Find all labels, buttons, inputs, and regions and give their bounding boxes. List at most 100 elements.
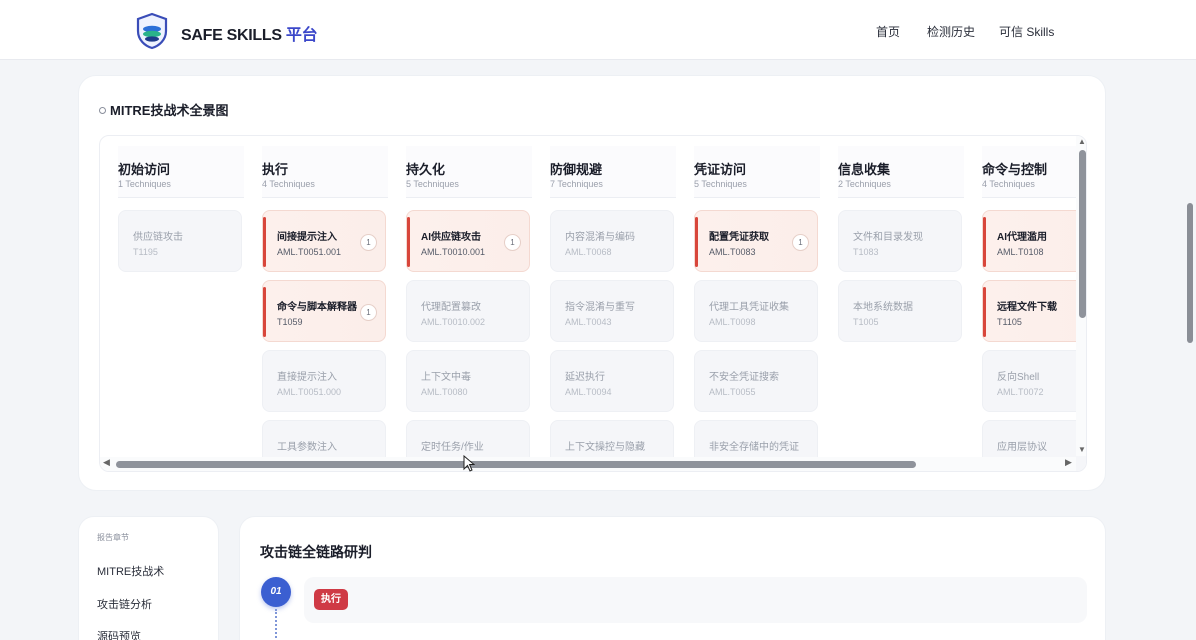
matrix-horizontal-scroll-thumb[interactable] xyxy=(116,461,916,468)
technique-card[interactable]: AI供应链攻击 AML.T0010.001 1 xyxy=(406,210,530,272)
technique-card[interactable]: 内容混淆与编码 AML.T0068 xyxy=(550,210,674,272)
technique-card[interactable]: 配置凭证获取 AML.T0083 1 xyxy=(694,210,818,272)
technique-card[interactable]: 供应链攻击 T1195 xyxy=(118,210,242,272)
technique-name: 直接提示注入 xyxy=(277,372,337,383)
scroll-up-arrow-icon[interactable]: ▲ xyxy=(1078,137,1086,146)
technique-card[interactable]: AI代理滥用 AML.T0108 xyxy=(982,210,1086,272)
technique-name: 非安全存储中的凭证 xyxy=(709,442,799,453)
technique-name: 指令混淆与重写 xyxy=(565,302,635,313)
technique-name: 间接提示注入 xyxy=(277,232,337,243)
sidebar-item-source-preview[interactable]: 源码预览 xyxy=(97,628,141,640)
tactic-column: 凭证访问 5 Techniques 配置凭证获取 AML.T0083 1 代理工具凭证收集… xyxy=(694,136,820,471)
tactic-column: 初始访问 1 Techniques 供应链攻击 T1195 xyxy=(118,136,244,456)
nav-link-home[interactable]: 首页 xyxy=(876,23,900,40)
technique-name: 定时任务/作业 xyxy=(421,442,484,453)
technique-card[interactable]: 指令混淆与重写 AML.T0043 xyxy=(550,280,674,342)
attack-chain-title: 攻击链全链路研判 xyxy=(260,544,372,560)
mitre-matrix: 命令与控制 4 Techniques AI代理滥用 AML.T0108 远程文件下载 T1… xyxy=(99,135,1087,472)
technique-card[interactable]: 上下文中毒 AML.T0080 xyxy=(406,350,530,412)
technique-card[interactable]: 间接提示注入 AML.T0051.001 1 xyxy=(262,210,386,272)
step-number-badge: 01 xyxy=(261,577,291,607)
sidebar-heading: 报告章节 xyxy=(97,533,129,542)
technique-id: AML.T0072 xyxy=(997,387,1044,397)
technique-card[interactable]: 直接提示注入 AML.T0051.000 xyxy=(262,350,386,412)
technique-id: AML.T0010.001 xyxy=(421,247,486,257)
brand-name[interactable]: SAFE SKILLS 平台 xyxy=(181,21,318,45)
technique-name: 配置凭证获取 xyxy=(709,232,769,243)
technique-id: AML.T0080 xyxy=(421,387,468,397)
technique-id: T1105 xyxy=(997,317,1022,327)
technique-id: AML.T0010.002 xyxy=(421,317,486,327)
technique-name: 反向Shell xyxy=(997,372,1040,383)
technique-name: 上下文操控与隐藏 xyxy=(565,442,645,453)
scroll-right-arrow-icon[interactable]: ▶ xyxy=(1065,457,1072,468)
technique-card[interactable]: 反向Shell AML.T0072 xyxy=(982,350,1086,412)
brand-main-text: SAFE SKILLS xyxy=(181,27,282,44)
technique-name: 内容混淆与编码 xyxy=(565,232,635,243)
tactic-technique-count: 5 Techniques xyxy=(694,179,747,189)
technique-id: AML.T0098 xyxy=(709,317,756,327)
finding-count-badge: 1 xyxy=(360,304,377,321)
attack-chain-step[interactable]: 执行 xyxy=(304,577,1087,623)
mitre-title-text: MITRE技战术全景图 xyxy=(110,103,229,118)
tactic-column: 持久化 5 Techniques AI供应链攻击 AML.T0010.001 1 代理配置… xyxy=(406,136,532,471)
technique-name: 应用层协议 xyxy=(997,442,1047,453)
technique-id: AML.T0108 xyxy=(997,247,1044,257)
tactic-technique-count: 2 Techniques xyxy=(838,179,891,189)
finding-count-badge: 1 xyxy=(792,234,809,251)
technique-id: AML.T0055 xyxy=(709,387,756,397)
tactic-technique-count: 4 Techniques xyxy=(982,179,1035,189)
tactic-name: 信息收集 xyxy=(838,162,891,177)
technique-card[interactable]: 代理配置篡改 AML.T0010.002 xyxy=(406,280,530,342)
scroll-down-arrow-icon[interactable]: ▼ xyxy=(1078,445,1086,454)
technique-id: T1059 xyxy=(277,317,303,327)
technique-name: 上下文中毒 xyxy=(421,372,471,383)
technique-name: 远程文件下载 xyxy=(997,302,1057,313)
tactic-column: 信息收集 2 Techniques 文件和目录发现 T1083 本地系统数据 T1005 xyxy=(838,136,964,456)
tactic-column-header: 凭证访问 5 Techniques xyxy=(694,146,820,198)
tactic-column-header: 初始访问 1 Techniques xyxy=(118,146,244,198)
technique-id: AML.T0051.000 xyxy=(277,387,342,397)
sidebar-item-attack-chain[interactable]: 攻击链分析 xyxy=(97,596,152,612)
target-icon xyxy=(99,107,106,114)
nav-link-history[interactable]: 检测历史 xyxy=(927,23,975,40)
tactic-column-header: 防御规避 7 Techniques xyxy=(550,146,676,198)
matrix-vertical-scroll-thumb[interactable] xyxy=(1079,150,1086,318)
technique-id: AML.T0051.001 xyxy=(277,247,342,257)
technique-card[interactable]: 延迟执行 AML.T0094 xyxy=(550,350,674,412)
technique-name: 不安全凭证搜索 xyxy=(709,372,779,383)
tactic-technique-count: 7 Techniques xyxy=(550,179,603,189)
tactic-name: 初始访问 xyxy=(118,162,171,177)
tactic-column: 执行 4 Techniques 间接提示注入 AML.T0051.001 1 命令与脚本解… xyxy=(262,136,388,471)
scroll-left-arrow-icon[interactable]: ◀ xyxy=(103,457,110,468)
finding-count-badge: 1 xyxy=(360,234,377,251)
technique-name: 供应链攻击 xyxy=(133,232,183,243)
technique-name: 命令与脚本解释器 xyxy=(277,302,357,313)
finding-count-badge: 1 xyxy=(504,234,521,251)
page-scrollbar-thumb[interactable] xyxy=(1187,203,1193,343)
technique-card[interactable]: 命令与脚本解释器 T1059 1 xyxy=(262,280,386,342)
technique-id: T1083 xyxy=(853,247,879,257)
brand-accent-text: 平台 xyxy=(285,27,318,44)
tactic-name: 防御规避 xyxy=(550,162,603,177)
nav-link-trusted-skills[interactable]: 可信 Skills xyxy=(999,23,1054,40)
sidebar-item-mitre[interactable]: MITRE技战术 xyxy=(97,563,164,579)
technique-card[interactable]: 本地系统数据 T1005 xyxy=(838,280,962,342)
tactic-technique-count: 4 Techniques xyxy=(262,179,315,189)
technique-card[interactable]: 代理工具凭证收集 AML.T0098 xyxy=(694,280,818,342)
technique-id: AML.T0043 xyxy=(565,317,612,327)
technique-name: AI代理滥用 xyxy=(997,232,1047,243)
technique-name: 代理工具凭证收集 xyxy=(709,302,789,313)
tactic-column-header: 执行 4 Techniques xyxy=(262,146,388,198)
technique-name: 文件和目录发现 xyxy=(853,232,923,243)
technique-card[interactable]: 远程文件下载 T1105 xyxy=(982,280,1086,342)
technique-id: AML.T0068 xyxy=(565,247,612,257)
safe-skills-logo-icon[interactable] xyxy=(134,12,170,50)
step-tactic-tag: 执行 xyxy=(314,589,348,610)
technique-name: 代理配置篡改 xyxy=(421,302,481,313)
technique-card[interactable]: 不安全凭证搜索 AML.T0055 xyxy=(694,350,818,412)
technique-name: 延迟执行 xyxy=(565,372,605,383)
technique-id: T1195 xyxy=(133,247,158,257)
technique-card[interactable]: 文件和目录发现 T1083 xyxy=(838,210,962,272)
tactic-name: 命令与控制 xyxy=(982,162,1048,177)
